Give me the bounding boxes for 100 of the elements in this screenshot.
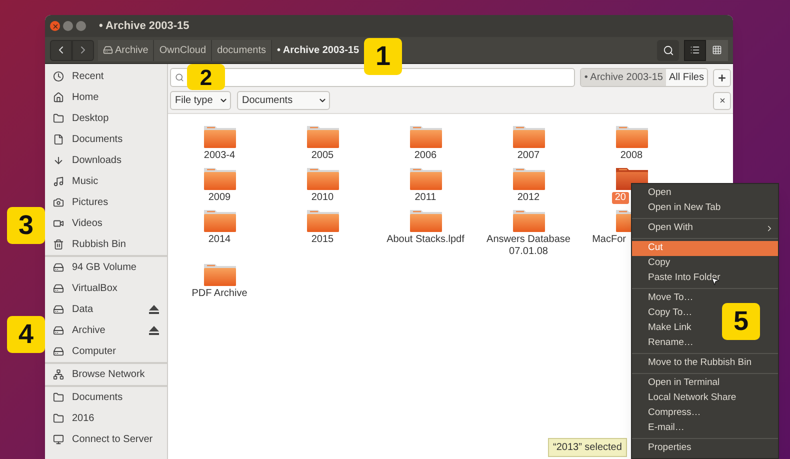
sidebar-item[interactable]: Archive [53,320,167,341]
status-bar: “2013” selected [548,438,627,457]
trash-icon [53,239,64,250]
folder-icon [202,123,236,149]
scope-button[interactable]: All Files [666,69,707,86]
menu-item[interactable]: E-mail… [632,421,688,436]
sidebar-item[interactable]: Browse Network [53,364,167,385]
folder-icon [53,113,64,124]
add-button[interactable] [713,68,731,86]
close-filter-button[interactable] [713,92,731,110]
file-name[interactable]: PDF Archive [172,288,268,300]
breadcrumb[interactable]: OwnCloud [154,40,212,60]
caret-icon [219,96,228,105]
file-name[interactable]: 2010 [274,192,370,204]
file-name[interactable]: Answers Database 07.01.08 [480,234,576,258]
folder-icon [202,165,236,191]
callout-badge: 1 [364,38,402,75]
file-name[interactable]: MacFor [589,234,629,246]
breadcrumb[interactable]: Archive [98,40,154,60]
breadcrumb[interactable]: documents [212,40,272,60]
sidebar-item[interactable]: Rubbish Bin [53,234,167,255]
menu-item[interactable]: Open in Terminal [632,376,724,391]
file-name[interactable]: 2009 [172,192,268,204]
monitor-icon [53,434,64,445]
folder-icon [306,123,340,149]
drive-icon [53,283,64,294]
folder-icon [512,165,546,191]
search-icon [175,73,184,82]
sidebar-item[interactable]: Pictures [53,192,167,213]
sidebar-item[interactable]: Computer [53,341,167,362]
filter-dropdown[interactable]: File type [170,91,231,110]
menu-item[interactable]: Properties [632,441,696,456]
callout-badge: 3 [7,207,45,244]
folder-icon [202,207,236,233]
search-button[interactable] [657,40,679,60]
music-icon [53,176,64,187]
folder-icon [408,165,442,191]
close-button[interactable] [50,21,60,31]
sidebar-item[interactable]: Videos [53,213,167,234]
file-name[interactable]: 2015 [274,234,370,246]
camera-icon [53,197,64,208]
back-button[interactable] [50,40,72,60]
folder-icon [408,207,442,233]
menu-item[interactable]: Rename… [632,336,698,351]
menu-item[interactable]: Move to the Rubbish Bin [632,356,756,371]
drive-icon [53,262,64,273]
folder-icon [306,165,340,191]
file-name[interactable]: 2003-4 [172,150,268,162]
window-title: • Archive 2003-15 [99,18,190,34]
search-icon [662,44,674,56]
grid-view-button[interactable] [706,40,728,60]
sidebar-item[interactable]: Connect to Server [53,429,167,450]
home-icon [53,92,64,103]
menu-item[interactable]: Open With [632,221,778,236]
sidebar-item[interactable]: 94 GB Volume [53,257,167,278]
file-name[interactable]: 2007 [480,150,576,162]
callout-badge: 5 [722,303,760,340]
download-icon [53,155,64,166]
caret-icon [318,96,327,105]
folder-icon [53,392,64,403]
folder-icon [614,123,648,149]
sidebar-item[interactable]: 2016 [53,408,167,429]
drive-icon [53,325,64,336]
minimize-button[interactable] [63,21,73,31]
sidebar-item[interactable]: Desktop [53,108,167,129]
sidebar-item[interactable]: Downloads [53,150,167,171]
filter-dropdown[interactable]: Documents [237,91,330,110]
sidebar-item[interactable]: Data [53,299,167,320]
sidebar-item[interactable]: Documents [53,387,167,408]
plus-icon [717,72,727,82]
sidebar-item[interactable]: Music [53,171,167,192]
file-name[interactable]: 2011 [378,192,474,204]
drive-icon [103,45,113,55]
sidebar-item[interactable]: VirtualBox [53,278,167,299]
menu-item[interactable]: Copy To… [632,306,696,321]
file-name[interactable]: 2008 [584,150,680,162]
sidebar-item[interactable]: Home [53,87,167,108]
list-view-button[interactable] [684,40,706,60]
menu-item[interactable]: Compress… [632,406,705,421]
menu-item[interactable]: Local Network Share [632,391,740,406]
file-name[interactable]: 2006 [378,150,474,162]
network-icon [53,369,64,380]
document-icon [53,134,64,145]
menu-item[interactable]: Open in New Tab [632,201,725,216]
menu-item[interactable]: Open [632,186,676,201]
sidebar-item[interactable]: Recent [53,66,167,87]
menu-item[interactable]: Move To… [632,291,698,306]
file-name[interactable]: 2014 [172,234,268,246]
eject-icon[interactable] [149,326,159,335]
menu-item[interactable]: Make Link [632,321,696,336]
eject-icon[interactable] [149,305,159,314]
menu-item[interactable]: Copy [632,256,674,271]
maximize-button[interactable] [76,21,86,31]
forward-button[interactable] [72,40,94,60]
file-name[interactable]: 2005 [274,150,370,162]
file-name[interactable]: About Stacks.lpdf [378,234,474,246]
sidebar-item[interactable]: Documents [53,129,167,150]
file-name[interactable]: 2012 [480,192,576,204]
scope-button[interactable]: • Archive 2003-15 [581,69,666,86]
folder-icon [512,207,546,233]
